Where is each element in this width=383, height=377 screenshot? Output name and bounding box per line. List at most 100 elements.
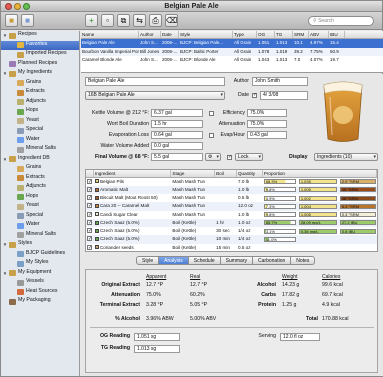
- new-smart-folder-button[interactable]: ■: [21, 14, 34, 27]
- column-header[interactable]: Author: [139, 31, 161, 38]
- lock-popup[interactable]: Lock: [235, 153, 263, 161]
- display-popup[interactable]: Ingredients (10): [314, 153, 378, 161]
- zoom-window-button[interactable]: [23, 3, 30, 10]
- ingredient-row[interactable]: Aromatic Malt Mash Mash Tun 1.0 lb 9.8%1.00…: [86, 185, 377, 194]
- efficiency-field[interactable]: 75.0%: [247, 109, 287, 117]
- new-folder-button[interactable]: ■: [5, 14, 18, 27]
- column-header[interactable]: Boil: [215, 170, 237, 177]
- column-header[interactable]: TG: [275, 31, 293, 38]
- scale-recipe-button[interactable]: ⇆: [133, 14, 146, 27]
- ingredient-boil-cell[interactable]: 15 min: [215, 244, 237, 252]
- search-field[interactable]: ⚲ Search: [308, 16, 374, 26]
- column-header[interactable]: Name: [81, 31, 139, 38]
- column-header[interactable]: Style: [179, 31, 233, 38]
- column-header[interactable]: Proportion: [263, 170, 377, 177]
- tg-reading-field[interactable]: 1.013 sg: [134, 345, 180, 353]
- recipe-row[interactable]: Belgian Pale Ale John S... 2006-... BJCP: B…: [81, 39, 383, 48]
- serving-field[interactable]: 12.0 fl oz: [280, 333, 320, 341]
- style-popup[interactable]: 16B Belgian Pale Ale: [85, 91, 225, 100]
- ingredient-stage-cell[interactable]: Mash Mash Tun: [171, 202, 215, 210]
- disclosure-triangle-icon[interactable]: ▼: [2, 31, 8, 41]
- author-field[interactable]: John Smith: [252, 77, 308, 86]
- evaporation-loss-field[interactable]: 0.64 gal: [151, 131, 203, 139]
- evap-hour-field[interactable]: 0.43 gal: [247, 131, 287, 139]
- ingredient-checkbox[interactable]: [87, 211, 92, 219]
- boil-duration-field[interactable]: 1.5 hr: [151, 120, 203, 128]
- sidebar-item[interactable]: ▼ Ingredient DB: [1, 155, 79, 165]
- tab-schedule[interactable]: Schedule: [188, 256, 221, 265]
- sidebar-item[interactable]: Grains: [1, 79, 79, 89]
- sidebar-item[interactable]: Special: [1, 126, 79, 136]
- sidebar-item[interactable]: Extracts: [1, 174, 79, 184]
- sidebar-item[interactable]: Water: [1, 136, 79, 146]
- column-header[interactable]: Ingredient: [94, 170, 172, 177]
- ingredient-row[interactable]: Czech Saaz (5.0%) Boil (Kettle)30 sec1/4 …: [86, 227, 377, 235]
- sidebar-item[interactable]: My Packaging: [1, 297, 79, 307]
- sidebar-item[interactable]: Imported Recipes: [1, 50, 79, 60]
- ingredient-checkbox[interactable]: [87, 219, 92, 227]
- sidebar-item[interactable]: Favorites: [1, 40, 79, 50]
- lock-checkbox[interactable]: [227, 154, 232, 160]
- ingredient-row[interactable]: Belgian Pils Mash Mash Tun 7.0 lb 68.3%1.03…: [86, 178, 377, 186]
- sidebar-item[interactable]: Extracts: [1, 88, 79, 98]
- recipe-row[interactable]: Bourbon Vanilla Imperial Porter Bill Jone…: [81, 47, 383, 56]
- ingredient-stage-cell[interactable]: Mash Mash Tun: [171, 178, 215, 186]
- ingredient-checkbox[interactable]: [87, 194, 92, 202]
- tab-carbonation[interactable]: Carbonation: [253, 256, 292, 265]
- column-header[interactable]: Quantity: [237, 170, 263, 177]
- column-header[interactable]: SRM: [293, 31, 309, 38]
- ingredient-checkbox[interactable]: [87, 178, 92, 186]
- final-volume-field[interactable]: 5.5 gal: [151, 153, 203, 161]
- ingredient-boil-cell[interactable]: [215, 178, 237, 186]
- sidebar-item[interactable]: Hops: [1, 193, 79, 203]
- tab-summary[interactable]: Summary: [220, 256, 254, 265]
- print-button[interactable]: ⎙: [149, 14, 162, 27]
- tab-notes[interactable]: Notes: [291, 256, 316, 265]
- ingredient-stage-cell[interactable]: Boil (Kettle): [171, 235, 215, 243]
- ingredient-stage-cell[interactable]: Boil (Kettle): [171, 244, 215, 252]
- sidebar-item[interactable]: ▼ My Equipment: [1, 269, 79, 279]
- sidebar-item[interactable]: Mineral Salts: [1, 231, 79, 241]
- delete-recipe-button[interactable]: ⌫: [165, 14, 178, 27]
- column-header[interactable]: ABV: [309, 31, 329, 38]
- duplicate-recipe-button[interactable]: ⧉: [117, 14, 130, 27]
- sidebar-item[interactable]: My Styles: [1, 259, 79, 269]
- minimize-window-button[interactable]: [14, 3, 21, 10]
- ingredient-stage-cell[interactable]: Boil (Kettle): [171, 227, 215, 235]
- column-header[interactable]: Date: [161, 31, 179, 38]
- disclosure-triangle-icon[interactable]: ▼: [2, 69, 8, 79]
- evap-hour-checkbox[interactable]: [209, 133, 214, 138]
- ingredient-row[interactable]: Candi Sugar Clear Mash Mash Tun 1.0 lb 9.8%…: [86, 211, 377, 219]
- sidebar-item[interactable]: Vessels: [1, 278, 79, 288]
- sidebar-item[interactable]: ▼ Recipes: [1, 31, 79, 41]
- ingredient-checkbox[interactable]: [87, 227, 92, 235]
- kettle-volume-field[interactable]: 6.37 gal: [151, 109, 203, 117]
- ingredient-stage-cell[interactable]: Mash Mash Tun: [171, 194, 215, 202]
- sidebar-item[interactable]: Grains: [1, 164, 79, 174]
- volume-options-popup[interactable]: ⚙: [205, 153, 221, 161]
- ingredient-checkbox[interactable]: [87, 235, 92, 244]
- sidebar-item[interactable]: Yeast: [1, 117, 79, 127]
- ingredient-checkbox[interactable]: [87, 244, 92, 251]
- sidebar-item[interactable]: Adjuncts: [1, 98, 79, 108]
- ingredient-row[interactable]: Czech Saaz (5.0%) Boil (Kettle)10 min1/4 …: [86, 235, 377, 244]
- sidebar-item[interactable]: Planned Recipes: [1, 60, 79, 70]
- recipe-name-field[interactable]: Belgian Pale Ale: [85, 77, 225, 86]
- add-ingredient-button[interactable]: +: [85, 14, 98, 27]
- efficiency-lock-checkbox[interactable]: [209, 111, 214, 116]
- sidebar-item[interactable]: ▼ My Ingredients: [1, 69, 79, 79]
- date-field[interactable]: 4/ 3/08: [260, 91, 308, 100]
- ingredient-boil-cell[interactable]: 1 hr: [215, 219, 237, 227]
- ingredient-row[interactable]: Czech Saaz (5.0%) Boil (Kettle)1 hr1.0 oz…: [86, 218, 377, 227]
- ingredient-boil-cell[interactable]: [215, 211, 237, 219]
- ingredient-row[interactable]: Coriander seeds Boil (Kettle)15 min0.5 oz: [86, 244, 377, 252]
- water-added-field[interactable]: 0.0 gal: [151, 142, 203, 150]
- og-reading-field[interactable]: 1.051 sg: [134, 333, 180, 341]
- ingredient-row[interactable]: Cara 20 -- Caramel Malt Mash Mash Tun 12.0…: [86, 202, 377, 211]
- ingredient-checkbox[interactable]: [87, 202, 92, 211]
- date-checkbox[interactable]: [252, 92, 257, 98]
- column-header[interactable]: Stage: [171, 170, 216, 177]
- ingredient-boil-cell[interactable]: [215, 202, 237, 210]
- sidebar-item[interactable]: Mineral Salts: [1, 145, 79, 155]
- sidebar-item[interactable]: Heat Sources: [1, 288, 79, 298]
